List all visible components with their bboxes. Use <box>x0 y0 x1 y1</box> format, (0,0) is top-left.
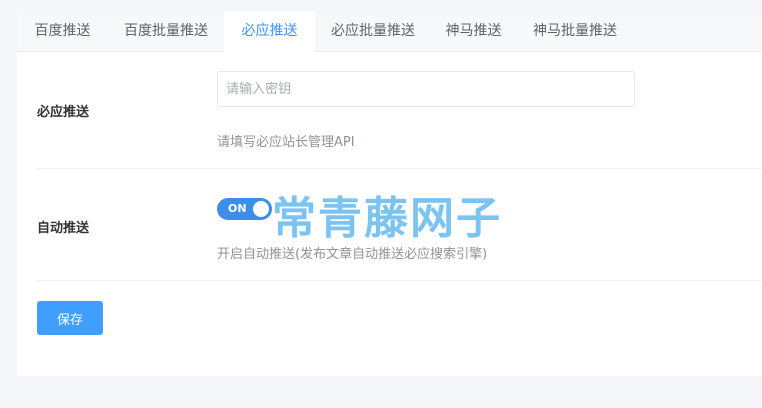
auto-push-hint: 开启自动推送(发布文章自动推送必应搜索引擎) <box>217 247 488 262</box>
divider <box>37 168 762 169</box>
auto-push-label: 自动推送 <box>37 221 90 236</box>
tab-bing-batch-push[interactable]: 必应批量推送 <box>315 11 431 52</box>
watermark: 常青藤网子 <box>272 193 502 244</box>
divider <box>37 280 762 281</box>
api-key-input[interactable] <box>217 71 635 107</box>
settings-panel: 百度推送 百度批量推送 必应推送 必应批量推送 神马推送 神马批量推送 必应推送… <box>17 11 762 376</box>
toggle-knob <box>253 201 269 217</box>
tab-shenma-push[interactable]: 神马推送 <box>431 11 516 52</box>
tab-bing-push[interactable]: 必应推送 <box>224 11 315 52</box>
bing-push-label: 必应推送 <box>37 105 90 120</box>
tab-baidu-push[interactable]: 百度推送 <box>17 11 108 52</box>
tab-baidu-batch-push[interactable]: 百度批量推送 <box>108 11 224 52</box>
toggle-state-text: ON <box>228 202 247 215</box>
api-key-hint: 请填写必应站长管理API <box>217 135 355 150</box>
tab-shenma-batch-push[interactable]: 神马批量推送 <box>516 11 634 52</box>
auto-push-toggle[interactable]: ON <box>217 198 272 220</box>
tab-bar: 百度推送 百度批量推送 必应推送 必应批量推送 神马推送 神马批量推送 <box>17 11 762 52</box>
save-button[interactable]: 保存 <box>37 301 103 335</box>
